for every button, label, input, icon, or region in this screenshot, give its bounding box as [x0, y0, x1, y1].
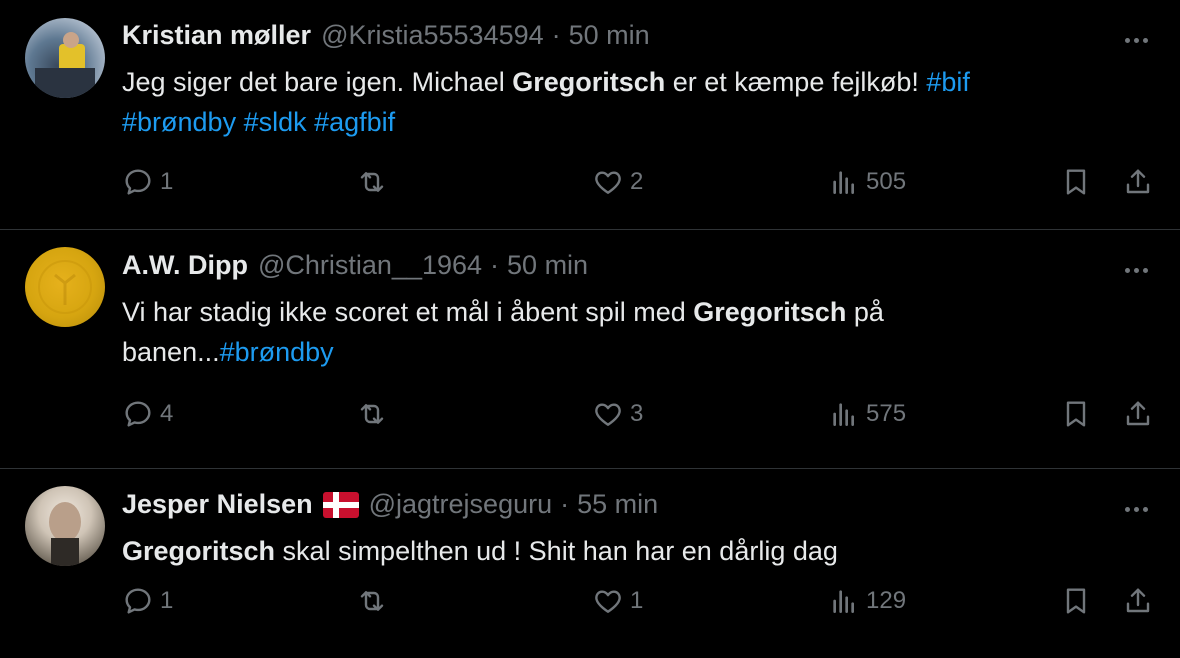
- separator: ·: [551, 20, 561, 50]
- tweet-actions: 4 3 575: [0, 392, 1180, 436]
- tweet-text: Jeg siger det bare igen. Michael Gregori…: [122, 62, 1142, 142]
- bookmark-button[interactable]: [1060, 160, 1092, 204]
- like-count: 2: [630, 168, 644, 195]
- tweet-actions: 1 1 129: [0, 579, 1180, 623]
- retweet-button[interactable]: [356, 579, 388, 623]
- tweet-actions: 1 2 505: [0, 160, 1180, 204]
- timestamp[interactable]: 55 min: [577, 489, 658, 520]
- bookmark-icon: [1066, 169, 1086, 195]
- avatar[interactable]: [25, 247, 105, 327]
- text-bold: Gregoritsch: [512, 67, 666, 97]
- reply-button[interactable]: 4: [122, 392, 173, 436]
- tweet-text: Vi har stadig ikke scoret et mål i åbent…: [122, 292, 1142, 372]
- user-handle[interactable]: @Kristia55534594: [321, 20, 544, 51]
- denmark-flag-icon: [322, 491, 359, 518]
- more-icon[interactable]: [1118, 491, 1154, 527]
- share-icon: [1126, 588, 1150, 613]
- reply-icon: [125, 588, 151, 614]
- share-icon: [1126, 169, 1150, 194]
- reply-count: 4: [160, 400, 174, 427]
- views-icon: [833, 403, 854, 426]
- tweet[interactable]: Jesper Nielsen @jagtrejseguru · 55 min G…: [0, 469, 1180, 658]
- views-icon: [833, 590, 854, 613]
- more-icon[interactable]: [1118, 22, 1154, 58]
- text-bold: Gregoritsch: [122, 536, 276, 566]
- text-part: er et kæmpe fejlkøb!: [665, 67, 927, 97]
- views-button[interactable]: 575: [828, 392, 906, 436]
- timestamp[interactable]: 50 min: [569, 20, 650, 51]
- reply-count: 1: [160, 587, 174, 614]
- hashtag-links[interactable]: #brøndby #sldk #agfbif: [122, 107, 395, 137]
- separator: ·: [560, 489, 570, 519]
- text-part: skal simpelthen ud ! Shit han har en dår…: [275, 536, 838, 566]
- display-name[interactable]: Kristian møller: [122, 20, 311, 51]
- views-icon: [833, 171, 854, 194]
- retweet-icon: [360, 404, 384, 424]
- retweet-button[interactable]: [356, 392, 388, 436]
- reply-button[interactable]: 1: [122, 160, 173, 204]
- avatar[interactable]: [25, 18, 105, 98]
- like-icon: [595, 403, 621, 426]
- reply-icon: [125, 401, 151, 427]
- bookmark-icon: [1066, 588, 1086, 614]
- text-bold: Gregoritsch: [693, 297, 847, 327]
- separator: ·: [490, 250, 500, 280]
- bookmark-button[interactable]: [1060, 579, 1092, 623]
- hashtag-link[interactable]: #bif: [926, 67, 970, 97]
- tweet-header: Kristian møller @Kristia55534594 · 50 mi…: [122, 20, 650, 51]
- tweet[interactable]: Kristian møller @Kristia55534594 · 50 mi…: [0, 0, 1180, 230]
- text-part: Jeg siger det bare igen. Michael: [122, 67, 513, 97]
- like-count: 3: [630, 400, 644, 427]
- text-part: banen...: [122, 337, 220, 367]
- views-button[interactable]: 505: [828, 160, 906, 204]
- avatar-image: [49, 502, 81, 566]
- reply-button[interactable]: 1: [122, 579, 173, 623]
- views-count: 129: [866, 587, 907, 614]
- share-button[interactable]: [1122, 579, 1154, 623]
- tweet[interactable]: A.W. Dipp @Christian__1964 · 50 min Vi h…: [0, 230, 1180, 469]
- retweet-icon: [360, 591, 384, 611]
- text-part: på: [846, 297, 884, 327]
- user-handle[interactable]: @jagtrejseguru: [369, 489, 553, 520]
- text-part: Vi har stadig ikke scoret et mål i åbent…: [122, 297, 694, 327]
- like-icon: [595, 590, 621, 613]
- reply-count: 1: [160, 168, 174, 195]
- bookmark-button[interactable]: [1060, 392, 1092, 436]
- share-button[interactable]: [1122, 160, 1154, 204]
- hashtag-link[interactable]: #brøndby: [220, 337, 334, 367]
- tweet-text: Gregoritsch skal simpelthen ud ! Shit ha…: [122, 531, 1142, 571]
- more-icon[interactable]: [1118, 252, 1154, 288]
- views-button[interactable]: 129: [828, 579, 906, 623]
- timestamp[interactable]: 50 min: [507, 250, 588, 281]
- avatar-image: [38, 260, 92, 314]
- avatar[interactable]: [25, 486, 105, 566]
- retweet-icon: [360, 172, 384, 192]
- like-button[interactable]: 2: [592, 160, 643, 204]
- like-count: 1: [630, 587, 644, 614]
- tweet-header: A.W. Dipp @Christian__1964 · 50 min: [122, 250, 588, 281]
- display-name[interactable]: Jesper Nielsen: [122, 489, 313, 520]
- share-icon: [1126, 401, 1150, 426]
- like-button[interactable]: 1: [592, 579, 643, 623]
- retweet-button[interactable]: [356, 160, 388, 204]
- user-handle[interactable]: @Christian__1964: [258, 250, 482, 281]
- display-name[interactable]: A.W. Dipp: [122, 250, 248, 281]
- reply-icon: [125, 169, 151, 195]
- bookmark-icon: [1066, 401, 1086, 427]
- avatar-image: [35, 32, 95, 98]
- views-count: 575: [866, 400, 907, 427]
- tweet-header: Jesper Nielsen @jagtrejseguru · 55 min: [122, 489, 658, 520]
- share-button[interactable]: [1122, 392, 1154, 436]
- like-icon: [595, 171, 621, 194]
- views-count: 505: [866, 168, 907, 195]
- like-button[interactable]: 3: [592, 392, 643, 436]
